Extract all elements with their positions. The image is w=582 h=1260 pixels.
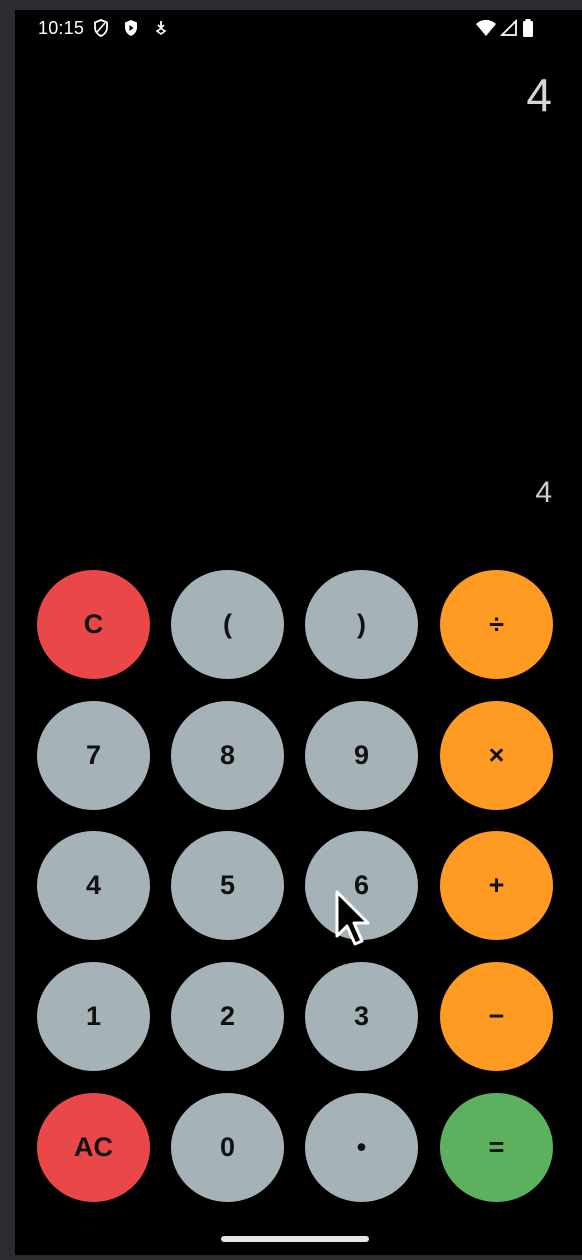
add-button[interactable]: + [440, 831, 553, 940]
key-label: ) [357, 609, 366, 639]
digit-1-button[interactable]: 1 [37, 962, 150, 1071]
key-label: + [488, 870, 505, 900]
device-frame: 10:15 4 4 C () ÷ 7 8 9 × 4 5 6 + 1 2 3 … [0, 0, 582, 1260]
app-screen: 10:15 4 4 C () ÷ 7 8 9 × 4 5 6 + 1 2 3 … [15, 10, 582, 1255]
mouse-pointer-icon [335, 890, 370, 946]
status-time: 10:15 [38, 18, 85, 38]
key-label: 1 [85, 1001, 102, 1031]
expression-display: 4 [526, 69, 552, 121]
subtract-button[interactable]: − [440, 962, 553, 1071]
shield-play-icon [125, 20, 137, 36]
key-label: 0 [219, 1132, 236, 1162]
key-label: 5 [219, 870, 236, 900]
keypad: C() ÷ 7 8 9 × 4 5 6 +1 2 3− AC 0 • = [37, 570, 553, 1202]
digit-2-button[interactable]: 2 [171, 962, 284, 1071]
digit-4-button[interactable]: 4 [37, 831, 150, 940]
cellular-signal-icon [499, 18, 517, 36]
digit-0-button[interactable]: 0 [171, 1093, 284, 1202]
battery-icon [523, 19, 533, 37]
digit-3-button[interactable]: 3 [305, 962, 418, 1071]
wifi-icon [476, 19, 496, 36]
key-label: C [83, 609, 104, 639]
digit-5-button[interactable]: 5 [171, 831, 284, 940]
key-label: 7 [85, 740, 102, 770]
digit-8-button[interactable]: 8 [171, 701, 284, 810]
result-display: 4 [535, 476, 552, 509]
key-label: 8 [219, 740, 236, 770]
divide-button[interactable]: ÷ [440, 570, 553, 679]
key-label: 2 [219, 1001, 236, 1031]
key-label: • [356, 1132, 367, 1162]
key-label: 3 [353, 1001, 370, 1031]
key-label: ÷ [489, 609, 504, 639]
multiply-button[interactable]: × [440, 701, 553, 810]
key-label: ( [223, 609, 232, 639]
digit-9-button[interactable]: 9 [305, 701, 418, 810]
digit-7-button[interactable]: 7 [37, 701, 150, 810]
open-paren-button[interactable]: ( [171, 570, 284, 679]
status-bar: 10:15 [15, 10, 582, 48]
decimal-button[interactable]: • [305, 1093, 418, 1202]
key-label: × [488, 740, 505, 770]
shield-outline-icon [94, 19, 108, 37]
key-label: = [488, 1132, 505, 1162]
download-icon [155, 21, 167, 35]
key-label: 9 [353, 740, 370, 770]
equals-button[interactable]: = [440, 1093, 553, 1202]
key-label: AC [74, 1132, 113, 1162]
key-label: 4 [85, 870, 102, 900]
home-indicator[interactable] [221, 1236, 369, 1242]
close-paren-button[interactable]: ) [305, 570, 418, 679]
all-clear-button[interactable]: AC [37, 1093, 150, 1202]
clear-button[interactable]: C [37, 570, 150, 679]
key-label: − [488, 1001, 505, 1031]
